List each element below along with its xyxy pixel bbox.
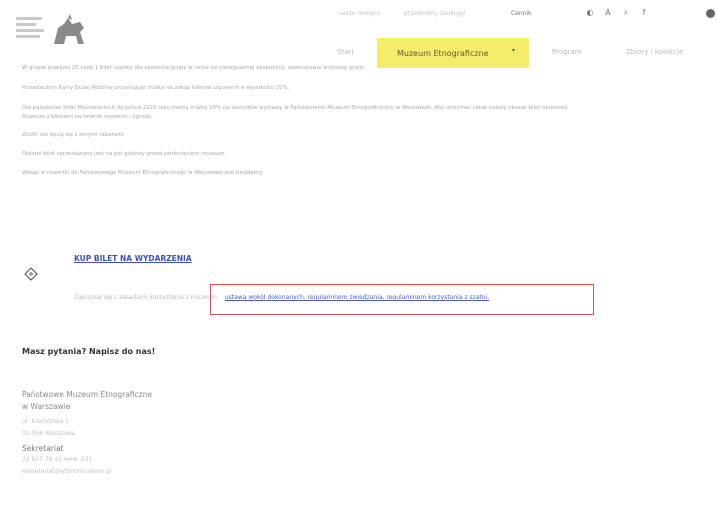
address-name-line2: w Warszawie xyxy=(22,402,71,411)
util-link-cennik[interactable]: Cennik xyxy=(511,10,532,17)
address-street: ul. Kredytowa 1 xyxy=(22,418,69,425)
info-paragraph: Zniżki nie łączą się z innymi rabatami. xyxy=(22,132,126,138)
nav-museum-label: Muzeum Etnograficzne xyxy=(397,48,489,58)
nav-program[interactable]: Program xyxy=(552,38,582,66)
museum-logo[interactable] xyxy=(16,14,108,50)
info-paragraph: Posiadaczom Karty Dużej Rodziny przysług… xyxy=(22,85,290,91)
contact-heading: Masz pytania? Napisz do nas! xyxy=(22,347,156,356)
highlight-box xyxy=(210,284,594,315)
util-link-places[interactable]: nasze miejsca xyxy=(338,10,380,17)
facebook-icon[interactable]: f xyxy=(640,8,648,18)
font-size-icon[interactable]: A xyxy=(604,8,612,18)
ticket-icon xyxy=(24,267,38,281)
nav-collections[interactable]: Zbiory i kolekcje xyxy=(626,38,683,66)
secretariat-phone[interactable]: 22 827 76 41 wew. 231 xyxy=(22,456,92,463)
info-paragraph: Ostatni bilet sprzedawany jest na pół go… xyxy=(22,151,227,157)
util-icon-bar: ◐ A ⌕ f xyxy=(586,8,648,18)
secretariat-label: Sekretariat xyxy=(22,444,64,453)
address-name-line1: Państwowe Muzeum Etnograficzne xyxy=(22,390,153,399)
address-city: 00-056 Warszawa xyxy=(22,430,76,437)
contrast-icon[interactable]: ◐ xyxy=(586,8,594,18)
secretariat-email[interactable]: sekretariat@ethnomuseum.pl xyxy=(22,468,111,475)
info-paragraph: Muzeum z biletami na terenie muzeum i og… xyxy=(22,114,154,120)
nav-museum-active[interactable]: Muzeum Etnograficzne ▾ xyxy=(377,38,529,68)
search-icon[interactable]: ⌕ xyxy=(622,8,630,18)
rules-notice-text: Zapoznaj się z zasadami korzystania z mu… xyxy=(74,294,217,301)
util-link-items[interactable]: przedmioty zaokrągl xyxy=(404,10,466,17)
nav-start[interactable]: Start xyxy=(337,38,354,66)
chevron-down-icon: ▾ xyxy=(511,47,515,54)
logo-wordmark xyxy=(16,14,46,40)
info-paragraph: W grupie powyżej 20 osób 1 bilet ulgowy … xyxy=(22,65,366,71)
buy-ticket-link[interactable]: KUP BILET NA WYDARZENIA xyxy=(74,254,192,263)
account-icon[interactable] xyxy=(706,9,715,18)
info-paragraph: Dla pasażerów Kolei Mazowieckich do końc… xyxy=(22,105,569,111)
info-paragraph: Wstęp w czwartki do Państwowego Muzeum E… xyxy=(22,170,264,176)
logo-animal-icon xyxy=(54,14,84,44)
